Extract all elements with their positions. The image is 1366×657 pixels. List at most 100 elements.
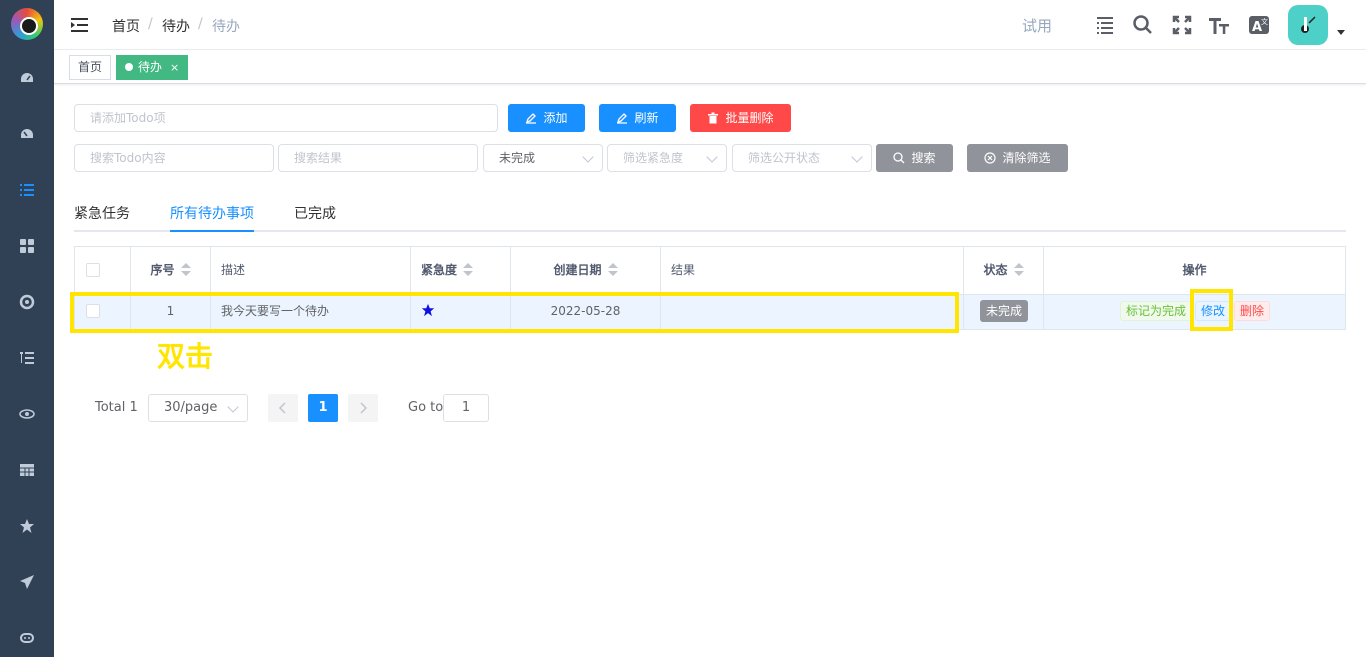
search-result-input[interactable]: 搜索结果 [278,144,478,172]
clear-filter-button[interactable]: 清除筛选 [967,144,1068,172]
user-avatar[interactable] [1288,5,1328,45]
chevron-right-icon [360,402,368,414]
pagination-total: Total 1 [95,400,138,415]
sort-icon[interactable] [607,263,618,277]
grid-icon[interactable] [17,236,37,256]
chevron-down-icon [851,151,863,163]
breadcrumb-todo[interactable]: 待办 [162,16,190,36]
search-button[interactable]: 搜索 [876,144,953,172]
tab-completed[interactable]: 已完成 [294,203,336,223]
tags-view: 首页 待办 × [54,50,1366,84]
fullscreen-icon[interactable] [1171,14,1193,36]
header-desc: 描述 [211,247,411,294]
status-select-value: 未完成 [499,151,536,165]
prev-page-button[interactable] [268,394,298,422]
tree-table-icon[interactable] [17,348,37,368]
tab-urgent[interactable]: 紧急任务 [74,203,130,223]
chat-icon[interactable] [17,628,37,648]
table-icon[interactable] [17,460,37,480]
public-select[interactable]: 筛选公开状态 [732,144,872,172]
goto-page-input[interactable]: 1 [443,394,489,422]
header-date[interactable]: 创建日期 [511,247,661,294]
header-status[interactable]: 状态 [964,247,1044,294]
menu-search-icon[interactable] [1094,14,1116,36]
header-urgency[interactable]: 紧急度 [411,247,511,294]
search-icon [893,152,905,164]
row-highlight-box [70,292,959,333]
edit-highlight-box [1190,289,1233,331]
tab-divider [74,230,1346,232]
select-all-checkbox[interactable] [86,263,100,277]
search-button-label: 搜索 [911,151,936,165]
add-button-label: 添加 [543,111,568,125]
circle-close-icon [984,152,997,164]
hamburger-icon[interactable] [70,15,90,35]
header-desc-label: 描述 [221,263,246,277]
chevron-left-icon [278,402,286,414]
eye-icon[interactable] [17,404,37,424]
edit-icon [617,113,628,124]
tab-active-indicator [170,230,254,232]
batch-delete-button[interactable]: 批量删除 [690,104,791,132]
page-size-select[interactable]: 30/page [148,394,248,422]
mark-complete-button[interactable]: 标记为完成 [1120,301,1193,321]
caret-down-icon[interactable] [1337,30,1345,35]
dashboard-icon-2[interactable] [17,124,37,144]
header-status-label: 状态 [983,263,1008,277]
trash-icon [708,112,719,124]
sidebar [0,0,54,657]
close-icon[interactable]: × [170,61,179,74]
breadcrumb-separator: / [148,16,153,32]
active-dot-icon [125,63,133,71]
edit-icon [526,113,537,124]
batch-delete-label: 批量删除 [725,111,774,125]
chevron-down-icon [227,401,239,413]
page-size-value: 30/page [164,400,218,415]
clear-filter-label: 清除筛选 [1002,151,1051,165]
header-date-label: 创建日期 [553,263,602,277]
tag-home[interactable]: 首页 [69,55,112,80]
add-button[interactable]: 添加 [508,104,585,132]
add-todo-input[interactable]: 请添加Todo项 [74,104,498,132]
tag-label: 待办 [138,60,163,74]
tag-label: 首页 [78,60,103,74]
target-icon[interactable] [17,292,37,312]
trial-label[interactable]: 试用 [1022,15,1052,36]
refresh-button-label: 刷新 [634,111,659,125]
breadcrumb-current: 待办 [212,19,240,35]
search-icon[interactable] [1132,14,1154,36]
dashboard-icon[interactable] [17,68,37,88]
header-index[interactable]: 序号 [131,247,211,294]
status-badge: 未完成 [980,300,1029,322]
tag-todo[interactable]: 待办 × [116,55,189,80]
search-content-input[interactable]: 搜索Todo内容 [74,144,274,172]
chevron-down-icon [582,151,594,163]
header-ops-label: 操作 [1182,263,1207,277]
goto-label: Go to [408,400,444,415]
app-logo [11,8,43,40]
sort-icon[interactable] [463,263,474,277]
sort-icon[interactable] [1013,263,1024,277]
breadcrumb-home[interactable]: 首页 [112,16,140,36]
tab-all-todos[interactable]: 所有待办事项 [170,203,254,223]
page-number-current[interactable]: 1 [308,394,338,422]
sort-icon[interactable] [180,263,191,277]
refresh-button[interactable]: 刷新 [599,104,676,132]
send-icon[interactable] [17,572,37,592]
chevron-down-icon [706,151,718,163]
star-icon[interactable] [17,516,37,536]
font-size-icon[interactable] [1208,14,1230,36]
delete-button[interactable]: 删除 [1234,301,1271,321]
status-select[interactable]: 未完成 [483,144,603,172]
header-result-label: 结果 [671,263,696,277]
list-icon[interactable] [17,180,37,200]
header-result: 结果 [661,247,964,294]
header-urgency-label: 紧急度 [421,263,458,277]
public-select-placeholder: 筛选公开状态 [748,151,821,165]
next-page-button[interactable] [348,394,378,422]
urgency-select-placeholder: 筛选紧急度 [623,151,684,165]
language-icon[interactable]: A文 [1248,14,1270,36]
urgency-select[interactable]: 筛选紧急度 [607,144,727,172]
navbar: 首页 / 待办 / 待办 试用 A文 [54,0,1366,50]
header-ops: 操作 [1044,247,1345,294]
